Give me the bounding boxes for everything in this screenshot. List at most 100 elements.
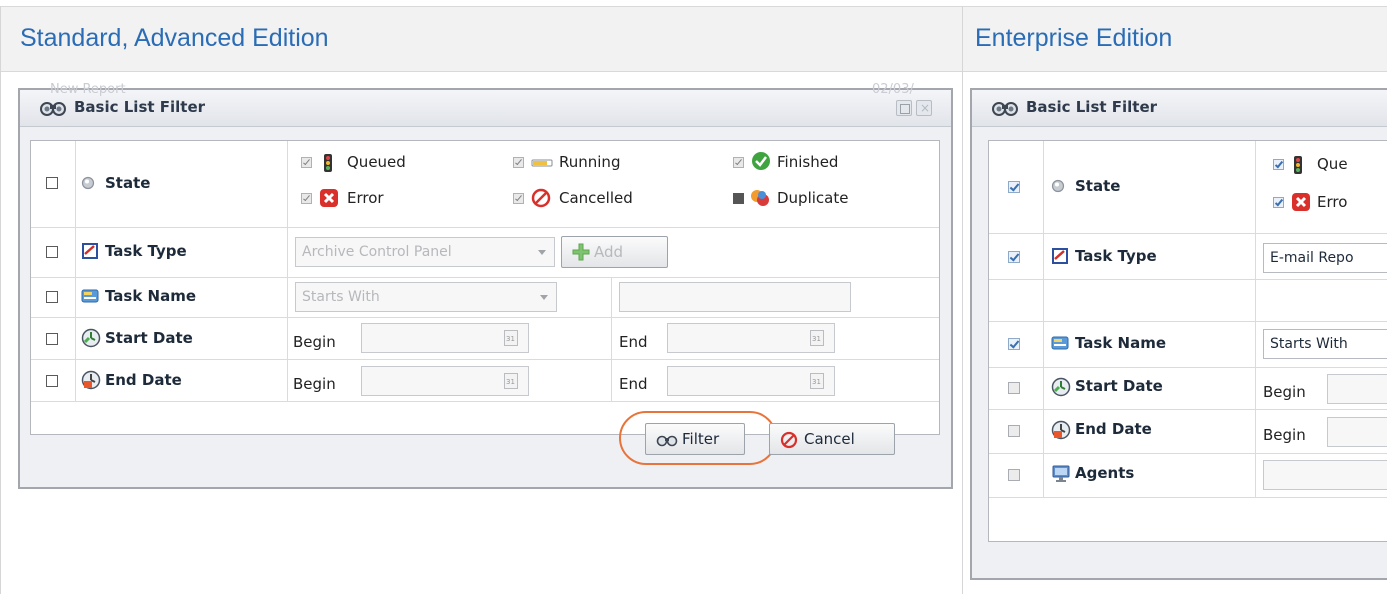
circle-icon [81, 176, 95, 190]
enterprise-end-date-label: End Date [1075, 420, 1152, 438]
calendar-icon[interactable]: 31 [810, 373, 824, 389]
enterprise-state-checkbox[interactable] [1008, 181, 1020, 193]
enterprise-task-type-value: E-mail Repo [1270, 250, 1354, 266]
task-name-input[interactable] [619, 282, 851, 312]
cancelled-label: Cancelled [559, 189, 633, 207]
basic-list-filter-dialog: New Report 02/03/ Basic List Filter × St… [18, 82, 953, 489]
grid-line [989, 279, 1387, 280]
enterprise-task-name-checkbox[interactable] [1008, 338, 1020, 350]
task-name-operator-select[interactable]: Starts With [295, 282, 557, 312]
enterprise-agents-label: Agents [1075, 464, 1135, 482]
enterprise-task-type-checkbox[interactable] [1008, 251, 1020, 263]
queued-checkbox[interactable] [301, 157, 312, 168]
enterprise-task-type-label: Task Type [1075, 247, 1157, 265]
enterprise-start-date-checkbox[interactable] [1008, 382, 1020, 394]
minimize-button[interactable] [896, 100, 912, 116]
binoculars-icon [656, 435, 678, 447]
grid-line [31, 401, 939, 402]
enterprise-edition-header: Enterprise Edition [963, 6, 1387, 72]
check-circle-icon [752, 152, 770, 170]
task-name-checkbox[interactable] [46, 291, 58, 303]
end-date-checkbox[interactable] [46, 375, 58, 387]
error-checkbox[interactable] [301, 193, 312, 204]
ghost-date-label: 02/03/ [872, 82, 914, 97]
enterprise-agents-select[interactable] [1263, 460, 1387, 490]
grid-line [989, 497, 1387, 498]
filter-button-label: Filter [682, 430, 720, 448]
enterprise-agents-checkbox[interactable] [1008, 469, 1020, 481]
calendar-day: 31 [506, 335, 515, 343]
enterprise-start-begin-date-input[interactable] [1327, 374, 1387, 404]
circle-icon [1051, 179, 1065, 193]
close-button[interactable]: × [916, 100, 932, 116]
start-end-date-input[interactable]: 31 [667, 323, 835, 353]
traffic-light-icon [324, 154, 332, 172]
task-type-icon [82, 243, 98, 259]
enterprise-end-begin-date-input[interactable] [1327, 417, 1387, 447]
end-begin-label: Begin [293, 375, 336, 393]
enterprise-task-name-operator-select[interactable]: Starts With [1263, 329, 1387, 359]
grid-line [1255, 141, 1256, 497]
grid-line [989, 409, 1387, 410]
enterprise-dialog-titlebar[interactable]: Basic List Filter [972, 90, 1387, 127]
task-name-operator-value: Starts With [302, 289, 380, 305]
enterprise-end-begin-label: Begin [1263, 426, 1306, 444]
enterprise-task-name-label: Task Name [1075, 334, 1167, 352]
clock-end-icon [1051, 420, 1071, 440]
state-checkbox[interactable] [46, 177, 58, 189]
task-name-label: Task Name [105, 287, 197, 305]
enterprise-start-begin-label: Begin [1263, 383, 1306, 401]
dialog-titlebar[interactable]: New Report 02/03/ Basic List Filter × [20, 82, 951, 127]
enterprise-dialog-title: Basic List Filter [1026, 98, 1158, 116]
start-end-label: End [619, 333, 648, 351]
duplicate-checkbox[interactable] [733, 193, 744, 204]
task-type-select[interactable]: Archive Control Panel [295, 237, 555, 267]
error-x-icon [1292, 193, 1310, 211]
add-button-label: Add [594, 243, 624, 261]
start-begin-date-input[interactable]: 31 [361, 323, 529, 353]
grid-line [31, 359, 939, 360]
clock-end-icon [81, 370, 101, 390]
task-type-checkbox[interactable] [46, 246, 58, 258]
error-label: Error [347, 189, 384, 207]
cancel-circle-icon [780, 431, 798, 449]
calendar-icon[interactable]: 31 [504, 373, 518, 389]
cancel-button[interactable]: Cancel [769, 423, 895, 455]
cancel-button-label: Cancel [804, 430, 855, 448]
cancel-circle-icon [531, 188, 551, 208]
task-name-icon [81, 289, 99, 303]
progress-bar-icon [531, 159, 553, 167]
duplicate-label: Duplicate [777, 189, 849, 207]
state-label: State [105, 174, 151, 192]
enterprise-filter-table: State Que Erro Task Type E-mail Repo Tas… [988, 140, 1387, 542]
clock-start-icon [81, 328, 101, 348]
task-type-label: Task Type [105, 242, 187, 260]
end-end-date-input[interactable]: 31 [667, 366, 835, 396]
add-button[interactable]: Add [561, 236, 668, 268]
start-date-checkbox[interactable] [46, 333, 58, 345]
grid-line [1043, 141, 1044, 497]
enterprise-end-date-checkbox[interactable] [1008, 425, 1020, 437]
enterprise-error-checkbox[interactable] [1273, 197, 1284, 208]
grid-line [989, 367, 1387, 368]
dialog-title: Basic List Filter [74, 98, 206, 116]
task-name-icon [1051, 336, 1069, 350]
enterprise-queued-label: Que [1317, 155, 1348, 173]
cancelled-checkbox[interactable] [513, 193, 524, 204]
filter-button[interactable]: Filter [645, 423, 745, 455]
enterprise-start-date-label: Start Date [1075, 377, 1163, 395]
enterprise-queued-checkbox[interactable] [1273, 159, 1284, 170]
state-row: State Queued Running Finished Error Canc… [31, 141, 939, 227]
running-label: Running [559, 153, 621, 171]
end-begin-date-input[interactable]: 31 [361, 366, 529, 396]
enterprise-task-type-select[interactable]: E-mail Repo [1263, 243, 1387, 273]
binoculars-icon [992, 102, 1018, 116]
calendar-icon[interactable]: 31 [810, 330, 824, 346]
calendar-icon[interactable]: 31 [504, 330, 518, 346]
finished-checkbox[interactable] [733, 157, 744, 168]
close-icon: × [920, 101, 931, 115]
running-checkbox[interactable] [513, 157, 524, 168]
plus-icon [572, 243, 590, 261]
start-begin-label: Begin [293, 333, 336, 351]
minimize-icon [900, 104, 910, 114]
